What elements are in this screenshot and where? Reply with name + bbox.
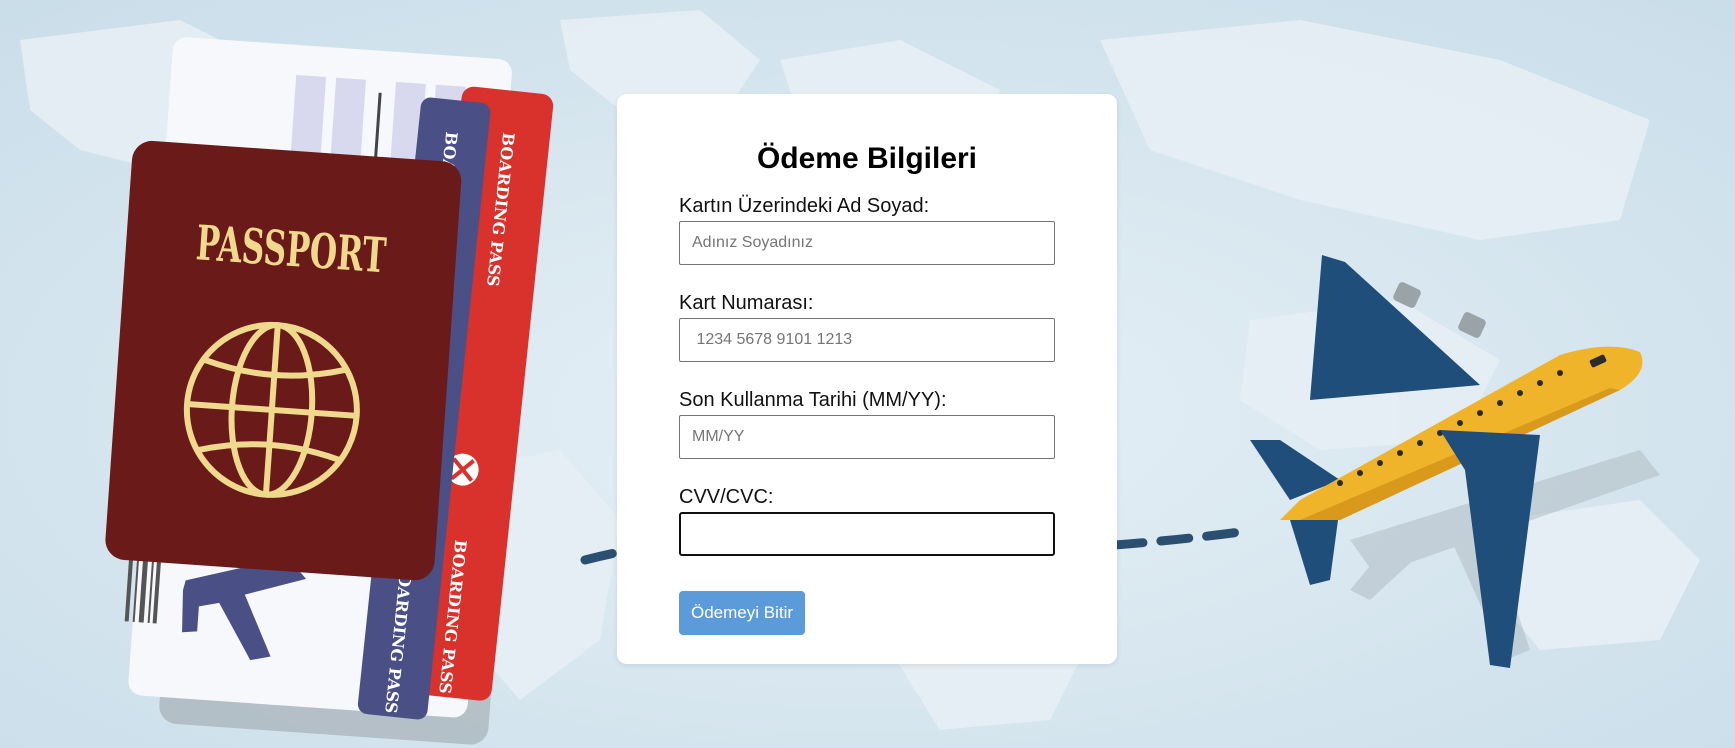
cvv-label: CVV/CVC: xyxy=(679,486,774,508)
finish-payment-button[interactable]: Ödemeyi Bitir xyxy=(679,591,806,635)
page-title: Ödeme Bilgileri xyxy=(756,142,978,175)
expiry-input[interactable] xyxy=(679,415,1055,459)
name-input[interactable] xyxy=(679,221,1055,265)
passport: PASSPORT xyxy=(105,140,462,581)
card-number-label: Kart Numarası: xyxy=(679,292,814,314)
name-label: Kartın Üzerindeki Ad Soyad: xyxy=(679,195,930,217)
payment-card: Ödeme Bilgileri Kartın Üzerindeki Ad Soy… xyxy=(617,94,1117,664)
card-number-input[interactable] xyxy=(679,318,1055,362)
cvv-input[interactable] xyxy=(679,512,1055,556)
expiry-label: Son Kullanma Tarihi (MM/YY): xyxy=(679,389,947,411)
